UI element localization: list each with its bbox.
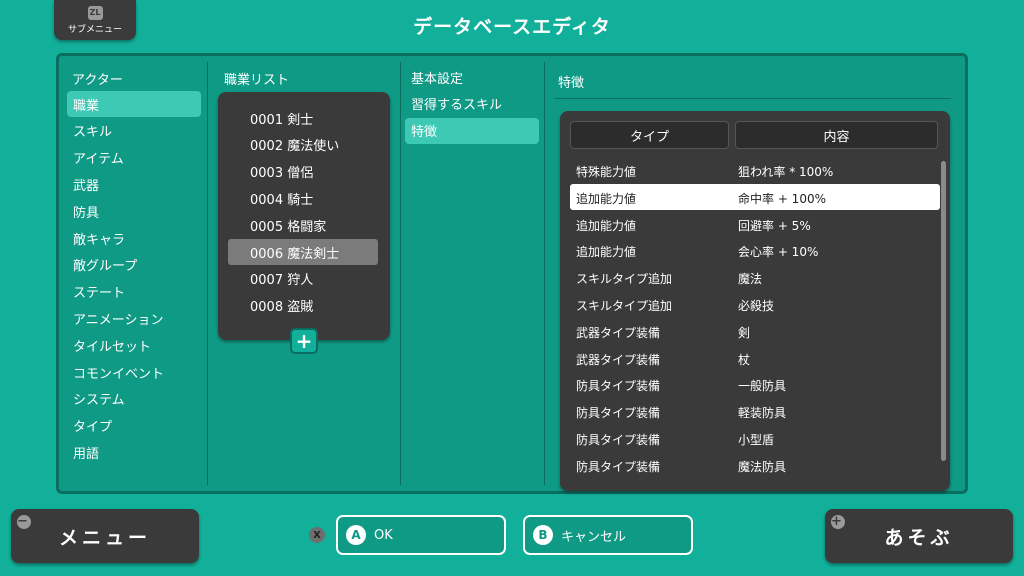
trait-content: 軽装防具	[738, 406, 787, 421]
trait-row[interactable]: 追加能力値 会心率 + 10%	[570, 237, 940, 263]
category-item[interactable]: 職業	[67, 91, 201, 117]
trait-row[interactable]: スキルタイプ追加 魔法	[570, 264, 940, 290]
ok-button[interactable]: A OK	[336, 515, 506, 555]
job-list-item[interactable]: 0002 魔法使い	[228, 132, 378, 158]
plus-icon: +	[295, 329, 313, 353]
trait-content: 会心率 + 10%	[738, 245, 819, 260]
category-header[interactable]: アクター	[72, 69, 123, 88]
trait-content: 一般防具	[738, 379, 787, 394]
trait-type: 追加能力値	[576, 191, 637, 206]
traits-header: 特徴	[558, 76, 585, 91]
minus-icon: −	[17, 514, 32, 529]
job-list-item[interactable]: 0005 格闘家	[228, 212, 378, 238]
trait-type: スキルタイプ追加	[576, 299, 673, 313]
page-title: データベースエディタ	[413, 16, 611, 38]
menu-button-label: メニュー	[58, 526, 151, 549]
play-button-label: あそぶ	[884, 526, 954, 549]
section-item[interactable]: 基本設定	[405, 64, 539, 90]
job-list-item[interactable]: 0006 魔法剣士	[228, 239, 378, 265]
job-list-item[interactable]: 0004 騎士	[228, 185, 378, 211]
section-item[interactable]: 習得するスキル	[405, 91, 539, 117]
b-button-icon: B	[533, 525, 553, 545]
trait-row[interactable]: 防具タイプ装備 一般防具	[570, 371, 940, 397]
category-item[interactable]: タイルセット	[67, 332, 201, 358]
trait-row[interactable]: スキルタイプ追加 必殺技	[570, 291, 940, 317]
category-item[interactable]: アイテム	[67, 145, 201, 171]
category-item[interactable]: 敵グループ	[67, 252, 201, 278]
menu-button[interactable]: − メニュー	[11, 509, 199, 563]
section-column: 基本設定 習得するスキル 特徴	[401, 56, 544, 491]
category-item[interactable]: システム	[67, 386, 201, 412]
category-item[interactable]: 武器	[67, 171, 201, 197]
category-item[interactable]: 防具	[67, 198, 201, 224]
trait-type: 防具タイプ装備	[576, 459, 661, 474]
job-list-item[interactable]: 0007 狩人	[228, 266, 378, 292]
job-list-header: 職業リスト	[224, 73, 290, 88]
trait-content: 魔法	[738, 272, 763, 287]
trait-content: 杖	[738, 352, 751, 367]
trait-type: 武器タイプ装備	[576, 352, 661, 367]
trait-content: 小型盾	[738, 433, 775, 447]
trait-row[interactable]: 防具タイプ装備 魔法防具	[570, 452, 940, 478]
column-header-content[interactable]: 内容	[735, 121, 938, 149]
trait-content: 狙われ率 * 100%	[738, 165, 834, 179]
play-button[interactable]: + あそぶ	[825, 509, 1013, 563]
trait-type: 防具タイプ装備	[576, 433, 661, 447]
job-list-item[interactable]: 0008 盗賊	[228, 293, 378, 319]
category-column: アクター 職業 スキル アイテム 武器 防具 敵キャラ 敵グループ ステート アニメーション タイ…	[59, 56, 207, 491]
cancel-button-label: キャンセル	[561, 529, 627, 545]
trait-row[interactable]: 防具タイプ装備 軽装防具	[570, 398, 940, 424]
trait-content: 魔法防具	[738, 459, 787, 474]
category-item[interactable]: コモンイベント	[67, 359, 201, 385]
trait-type: 武器タイプ装備	[576, 325, 661, 340]
a-button-icon: A	[346, 525, 366, 545]
trait-content: 必殺技	[738, 299, 775, 313]
traits-table: タイプ 内容 特殊能力値 狙われ率 * 100% 追加能力値 命中率 + 100% 追加…	[560, 111, 950, 491]
trait-content: 命中率 + 100%	[738, 191, 826, 206]
job-list-item[interactable]: 0003 僧侶	[228, 159, 378, 185]
trait-row[interactable]: 追加能力値 命中率 + 100%	[570, 183, 940, 210]
trait-row[interactable]: 追加能力値 回避率 + 5%	[570, 211, 940, 237]
add-job-button[interactable]: +	[290, 328, 318, 354]
category-item[interactable]: アニメーション	[67, 305, 201, 331]
section-item[interactable]: 特徴	[405, 117, 539, 144]
ok-button-label: OK	[374, 527, 393, 543]
job-list-box: 0001 剣士 0002 魔法使い 0003 僧侶 0004 騎士 0005 格闘家 00…	[218, 92, 390, 340]
category-item[interactable]: タイプ	[67, 413, 201, 439]
trait-type: 防具タイプ装備	[576, 379, 661, 394]
category-item[interactable]: 用語	[67, 439, 201, 465]
plus-icon: +	[831, 514, 846, 529]
column-header-type[interactable]: タイプ	[570, 121, 729, 149]
category-item[interactable]: ステート	[67, 279, 201, 305]
job-list-column: 職業リスト 0001 剣士 0002 魔法使い 0003 僧侶 0004 騎士 0005…	[208, 56, 400, 491]
trait-type: 追加能力値	[576, 218, 637, 233]
trait-row[interactable]: 武器タイプ装備 剣	[570, 318, 940, 344]
trait-type: 追加能力値	[576, 245, 637, 260]
job-list-item[interactable]: 0001 剣士	[228, 105, 378, 131]
trait-row[interactable]: 武器タイプ装備 杖	[570, 345, 940, 371]
traits-column: 特徴 タイプ 内容 特殊能力値 狙われ率 * 100% 追加能力値 命中率 + 100…	[545, 56, 965, 491]
trait-row[interactable]: 特殊能力値 狙われ率 * 100%	[570, 157, 940, 183]
traits-scrollbar[interactable]	[941, 161, 946, 461]
database-editor-panel: アクター 職業 スキル アイテム 武器 防具 敵キャラ 敵グループ ステート アニメーション タイ…	[56, 53, 968, 494]
cancel-button[interactable]: B キャンセル	[523, 515, 693, 555]
category-item[interactable]: 敵キャラ	[67, 225, 201, 251]
trait-content: 剣	[738, 325, 751, 340]
category-item[interactable]: スキル	[67, 118, 201, 144]
trait-row[interactable]: 防具タイプ装備 小型盾	[570, 425, 940, 451]
trait-type: 防具タイプ装備	[576, 406, 661, 421]
trait-content: 回避率 + 5%	[738, 218, 811, 233]
x-button-icon: X	[309, 527, 325, 543]
trait-type: 特殊能力値	[576, 165, 637, 179]
trait-type: スキルタイプ追加	[576, 272, 673, 287]
